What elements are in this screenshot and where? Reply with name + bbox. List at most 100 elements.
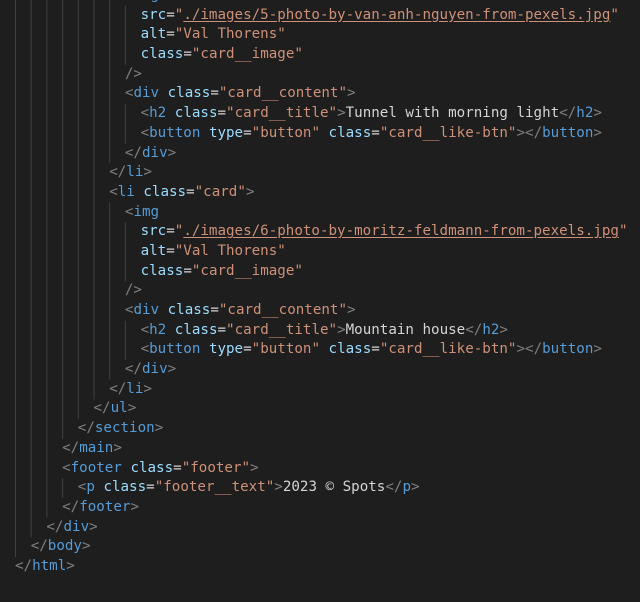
code-token: section: [94, 420, 155, 437]
code-line-text: </div>: [46, 518, 97, 538]
code-line[interactable]: <h2 class="card__title">Mountain house</…: [0, 321, 640, 341]
code-token: li: [126, 380, 144, 397]
code-line-text: />: [125, 65, 142, 85]
code-line[interactable]: <h2 class="card__title">Tunnel with morn…: [0, 104, 640, 124]
code-token: body: [47, 538, 82, 555]
code-line[interactable]: src= "./images/5-photo-by-van-anh-nguyen-…: [0, 6, 640, 26]
code-token: type: [208, 124, 244, 141]
code-line[interactable]: </div>: [0, 518, 640, 538]
code-token: "footer__text": [154, 479, 275, 496]
code-token: >: [593, 341, 602, 358]
code-token: />: [124, 282, 142, 299]
code-token: <: [140, 124, 150, 141]
code-line-text: <div class="card__content">: [125, 301, 356, 321]
code-line[interactable]: class="card__image": [0, 45, 640, 65]
code-line-text: </li>: [109, 380, 152, 400]
code-token: >: [250, 459, 259, 476]
code-token: h2: [149, 105, 167, 122]
code-line[interactable]: <img: [0, 203, 640, 223]
code-line-text: <h2 class="card__title">Tunnel with morn…: [141, 104, 602, 124]
code-line-text: <button type="button" class="card__like-…: [141, 340, 602, 360]
code-token: =: [183, 46, 192, 63]
code-token: div: [133, 85, 160, 102]
code-line-text: <footer class="footer">: [62, 459, 259, 479]
code-token: </: [62, 439, 80, 456]
code-token[interactable]: ./images/6-photo-by-moritz-feldmann-from…: [183, 223, 619, 239]
code-token: h2: [482, 321, 500, 338]
code-line-text: alt="Val Thorens": [141, 25, 286, 45]
code-token: main: [79, 439, 114, 456]
code-token: >: [337, 321, 346, 338]
code-line[interactable]: </body>: [0, 537, 640, 557]
code-editor[interactable]: <img src="./images/5-photo-by-van-anh-ngu…: [0, 0, 640, 602]
code-line[interactable]: </footer>: [0, 498, 640, 518]
code-token: button: [542, 124, 594, 141]
code-line[interactable]: />: [0, 65, 640, 85]
code-token: >: [143, 164, 152, 181]
code-line[interactable]: <button type="button" class="card__like-…: [0, 340, 640, 360]
code-line[interactable]: alt="Val Thorens": [0, 25, 640, 45]
code-token: Mountain house: [345, 321, 466, 338]
code-line[interactable]: </ul>: [0, 399, 640, 419]
code-token: </: [30, 538, 48, 555]
code-line-text: </html>: [15, 557, 75, 577]
code-line[interactable]: </main>: [0, 439, 640, 459]
code-token: class: [167, 302, 211, 318]
code-token: alt: [140, 242, 167, 259]
code-line[interactable]: <footer class="footer">: [0, 459, 640, 479]
code-line[interactable]: />: [0, 281, 640, 301]
code-token: >: [593, 124, 602, 141]
code-line-text: <img: [125, 203, 159, 223]
code-token: =: [217, 321, 227, 338]
code-token: div: [133, 302, 160, 318]
code-line-text: src= "./images/5-photo-by-van-anh-nguyen-…: [141, 6, 619, 26]
code-token: </: [93, 400, 111, 417]
code-token: =: [166, 242, 175, 259]
code-line[interactable]: </li>: [0, 163, 640, 183]
code-token: <: [140, 105, 150, 122]
code-token: </: [124, 361, 142, 378]
code-token: />: [124, 65, 142, 82]
code-token: alt: [140, 26, 167, 43]
code-token: >: [113, 439, 122, 456]
code-line[interactable]: </div>: [0, 360, 640, 380]
code-token: class: [328, 341, 372, 358]
code-line-text: </main>: [62, 439, 122, 459]
code-token: "Val Thorens": [174, 26, 286, 43]
code-line[interactable]: </li>: [0, 380, 640, 400]
code-line[interactable]: alt="Val Thorens": [0, 242, 640, 262]
code-token: "card__image": [191, 262, 303, 279]
code-line[interactable]: <div class="card__content">: [0, 301, 640, 321]
code-line[interactable]: <button type="button" class="card__like-…: [0, 124, 640, 144]
code-line[interactable]: class="card__image": [0, 262, 640, 282]
code-token: li: [126, 164, 144, 181]
code-token: "card__title": [226, 105, 338, 122]
code-line[interactable]: </section>: [0, 419, 640, 439]
code-token: >: [245, 183, 255, 200]
code-line-text: </footer>: [62, 498, 139, 518]
code-line[interactable]: <li class="card">: [0, 183, 640, 203]
code-token: </: [109, 164, 127, 181]
code-line[interactable]: </html>: [0, 557, 640, 577]
code-token: =: [173, 459, 182, 476]
code-token: ": [610, 6, 619, 23]
code-token: ></: [516, 124, 543, 141]
code-token[interactable]: ./images/5-photo-by-van-anh-nguyen-from-…: [183, 7, 610, 23]
code-line[interactable]: <div class="card__content">: [0, 84, 640, 104]
code-token: >: [127, 400, 137, 417]
code-token: "card__image": [191, 46, 303, 63]
code-line[interactable]: <p class="footer__text">2023 © Spots</p>: [0, 478, 640, 498]
code-line[interactable]: src= "./images/6-photo-by-moritz-feldmann…: [0, 222, 640, 242]
code-token: "card__title": [226, 321, 338, 338]
code-line[interactable]: </div>: [0, 144, 640, 164]
code-token: html: [32, 557, 67, 574]
code-token: =: [371, 341, 380, 358]
code-line-text: </div>: [125, 360, 176, 380]
code-line-text: <button type="button" class="card__like-…: [141, 124, 602, 144]
code-token: </: [109, 380, 127, 397]
code-token: >: [154, 420, 164, 437]
code-token: footer: [70, 459, 122, 476]
code-token: </: [124, 144, 142, 161]
